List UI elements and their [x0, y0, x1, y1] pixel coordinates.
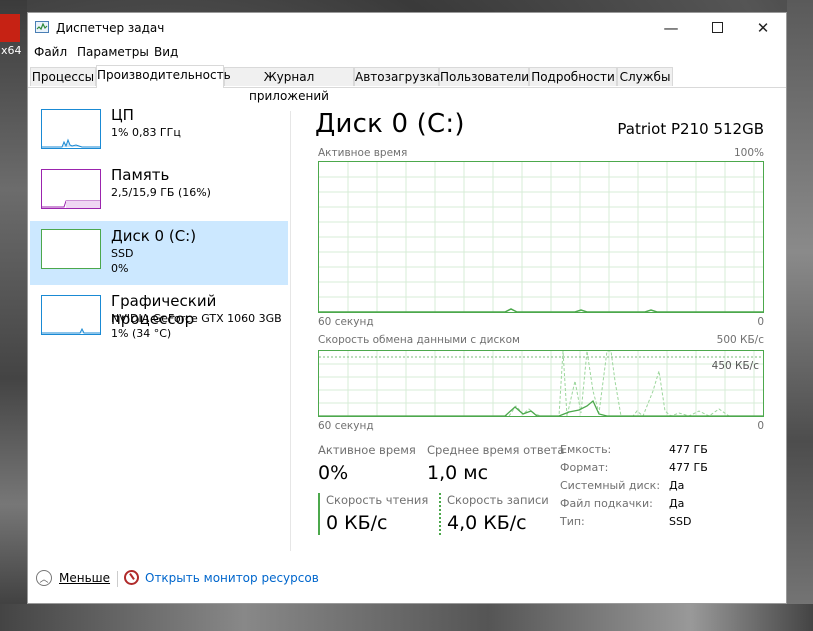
task-manager-window: Диспетчер задач — ✕ Файл Параметры Вид П… [27, 12, 787, 604]
write-speed-label: Скорость записи [447, 493, 549, 507]
transfer-rate-chart: 450 КБ/с [318, 350, 764, 417]
window-title: Диспетчер задач [56, 21, 165, 35]
detail-label-format: Формат: [560, 461, 609, 474]
active-time-chart [318, 161, 764, 313]
sidebar-disk-type: SSD [111, 247, 134, 260]
disk-thumbnail-graph [41, 229, 101, 269]
sidebar-item-disk[interactable]: Диск 0 (C:) SSD 0% [30, 221, 288, 285]
memory-thumbnail-graph [41, 169, 101, 209]
avg-response-value: 1,0 мс [427, 462, 489, 484]
cpu-thumbnail-graph [41, 109, 101, 149]
desktop-background-bottom [0, 604, 813, 631]
tab-startup[interactable]: Автозагрузка [354, 67, 440, 86]
footer-separator [117, 571, 118, 587]
detail-label-page-file: Файл подкачки: [560, 497, 653, 510]
sidebar-disk-title: Диск 0 (C:) [111, 227, 197, 245]
detail-value-capacity: 477 ГБ [669, 443, 708, 456]
menu-file[interactable]: Файл [34, 45, 67, 59]
minimize-icon: — [663, 19, 679, 37]
menu-view[interactable]: Вид [154, 45, 178, 59]
fewer-details-button[interactable]: ︿ Меньше [36, 570, 110, 586]
panel-divider [290, 111, 291, 551]
tab-performance[interactable]: Производительность [96, 65, 231, 88]
chart-active-time-x-end: 0 [757, 316, 764, 328]
sidebar-cpu-title: ЦП [111, 106, 134, 124]
detail-label-type: Тип: [560, 515, 585, 528]
sidebar-memory-title: Память [111, 166, 170, 184]
desktop-label: x64 [1, 44, 22, 57]
maximize-button[interactable] [694, 13, 740, 43]
write-speed-legend-line [439, 493, 441, 535]
write-speed-value: 4,0 КБ/с [447, 512, 527, 534]
chart-active-time-x-start: 60 секунд [318, 316, 374, 328]
chart-transfer-label: Скорость обмена данными с диском [318, 334, 520, 346]
sidebar-item-cpu[interactable]: ЦП 1% 0,83 ГГц [30, 105, 288, 169]
minimize-button[interactable]: — [648, 13, 694, 43]
chart-transfer-max: 500 КБ/с [716, 334, 764, 346]
title-bar[interactable]: Диспетчер задач — ✕ [28, 13, 786, 43]
resource-monitor-icon [124, 570, 139, 585]
open-resource-monitor-link[interactable]: Открыть монитор ресурсов [124, 570, 319, 585]
read-speed-legend-line [318, 493, 320, 535]
tab-app-history[interactable]: Журнал приложений [224, 67, 354, 103]
chart-transfer-marker-label: 450 КБ/с [711, 360, 759, 372]
tab-services[interactable]: Службы [617, 67, 673, 86]
chevron-up-icon: ︿ [36, 570, 52, 586]
tab-processes[interactable]: Процессы [30, 67, 96, 86]
sidebar-cpu-usage: 1% 0,83 ГГц [111, 126, 181, 139]
close-button[interactable]: ✕ [740, 13, 786, 43]
gpu-thumbnail-graph [41, 295, 101, 335]
read-speed-value: 0 КБ/с [326, 512, 388, 534]
active-time-stat-label: Активное время [318, 443, 416, 457]
sidebar-item-memory[interactable]: Память 2,5/15,9 ГБ (16%) [30, 165, 288, 229]
close-icon: ✕ [756, 19, 770, 37]
sidebar-gpu-usage: 1% (34 °C) [111, 327, 172, 340]
chart-transfer-x-start: 60 секунд [318, 420, 374, 432]
detail-value-type: SSD [669, 515, 692, 528]
avg-response-label: Среднее время ответа [427, 443, 565, 457]
maximize-icon [711, 19, 723, 37]
task-manager-icon [35, 21, 49, 33]
sidebar-disk-usage: 0% [111, 262, 129, 275]
detail-label-system-disk: Системный диск: [560, 479, 661, 492]
open-resource-monitor-label: Открыть монитор ресурсов [145, 570, 319, 585]
tab-details[interactable]: Подробности [529, 67, 617, 86]
disk-model: Patriot P210 512GB [617, 120, 764, 138]
page-title: Диск 0 (C:) [315, 109, 465, 139]
sidebar-memory-usage: 2,5/15,9 ГБ (16%) [111, 186, 211, 199]
detail-label-capacity: Емкость: [560, 443, 612, 456]
menu-options[interactable]: Параметры [77, 45, 149, 59]
desktop-background-left [0, 0, 27, 631]
desktop-app-icon[interactable] [0, 14, 20, 42]
chart-transfer-x-end: 0 [757, 420, 764, 432]
sidebar-gpu-model: NVIDIA GeForce GTX 1060 3GB [111, 312, 282, 325]
tab-users[interactable]: Пользователи [439, 67, 529, 86]
active-time-stat-value: 0% [318, 462, 349, 484]
sidebar-item-gpu[interactable]: Графический процессор NVIDIA GeForce GTX… [30, 291, 288, 355]
detail-value-system-disk: Да [669, 479, 685, 492]
chart-active-time-max: 100% [733, 147, 764, 159]
detail-value-page-file: Да [669, 497, 685, 510]
read-speed-label: Скорость чтения [326, 493, 429, 507]
desktop-background-right [787, 0, 813, 631]
menu-bar: Файл Параметры Вид [28, 43, 786, 63]
fewer-details-label: Меньше [59, 571, 111, 585]
tab-bar: Процессы Производительность Журнал прило… [28, 65, 786, 103]
detail-value-format: 477 ГБ [669, 461, 708, 474]
chart-active-time-label: Активное время [318, 147, 408, 159]
